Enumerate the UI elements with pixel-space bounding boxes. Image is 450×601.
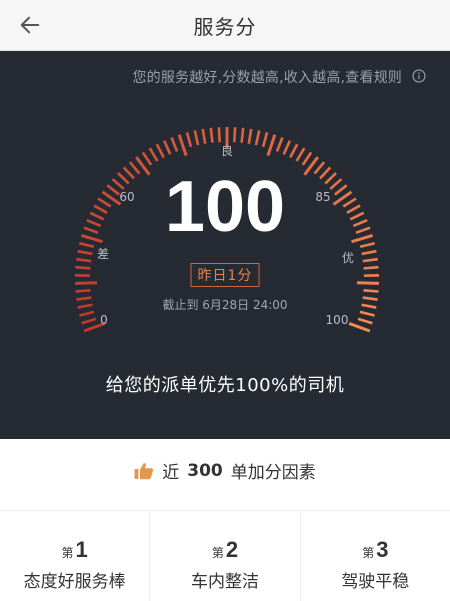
gauge-tick bbox=[177, 134, 188, 157]
factor-item-2[interactable]: 第2 车内整洁 bbox=[149, 511, 299, 601]
gauge-tick bbox=[247, 128, 253, 144]
factor-item-1[interactable]: 第1 态度好服务棒 bbox=[0, 511, 149, 601]
top-nav-bar: 服务分 bbox=[0, 0, 450, 51]
yesterday-delta-badge: 昨日1分 bbox=[190, 263, 260, 287]
gauge-tick bbox=[75, 281, 98, 285]
thumbs-up-icon bbox=[134, 462, 154, 479]
gauge-tick bbox=[295, 147, 306, 162]
gauge-tick bbox=[155, 143, 165, 159]
gauge-label-excellent: 优 bbox=[342, 251, 354, 265]
factor-rank: 第3 bbox=[362, 537, 388, 563]
gauge-tick bbox=[266, 134, 277, 157]
factor-name: 驾驶平稳 bbox=[341, 572, 410, 592]
gauge-tick bbox=[201, 128, 207, 144]
gauge-tick bbox=[141, 151, 153, 166]
gauge-tick bbox=[170, 136, 179, 152]
gauge-tick bbox=[362, 257, 378, 263]
gauge-tick bbox=[289, 143, 299, 159]
gauge-tick bbox=[348, 322, 371, 333]
gauge-tick bbox=[240, 127, 245, 143]
gauge-tick bbox=[162, 140, 172, 155]
rank-number: 1 bbox=[75, 537, 88, 562]
gauge-tick bbox=[363, 288, 379, 293]
gauge-tick bbox=[357, 317, 373, 325]
dispatch-priority-text: 给您的派单优先100%的司机 bbox=[105, 375, 345, 396]
rank-prefix: 第 bbox=[362, 546, 375, 560]
gauge-label-poor: 差 bbox=[97, 247, 109, 261]
gauge-tick bbox=[301, 151, 313, 166]
gauge-tick bbox=[78, 241, 95, 249]
factors-title-prefix: 近 bbox=[162, 463, 180, 483]
gauge-tick bbox=[361, 249, 377, 256]
gauge-tick bbox=[217, 127, 221, 143]
deadline-text: 截止到 6月28日 24:00 bbox=[162, 298, 288, 312]
gauge-tick bbox=[76, 257, 92, 263]
gauge-label-max: 100 bbox=[326, 313, 349, 327]
gauge-tick bbox=[75, 265, 91, 270]
rank-number: 2 bbox=[225, 537, 239, 562]
score-panel: 您的服务越好,分数越高,收入越高,查看规则 0 差 60 良 85 优 100 … bbox=[0, 51, 450, 439]
rank-number: 3 bbox=[376, 537, 389, 562]
factors-title-suffix: 单加分因素 bbox=[230, 463, 316, 483]
gauge-tick bbox=[209, 127, 214, 143]
gauge-tick bbox=[275, 136, 284, 152]
factors-title-count: 300 bbox=[187, 460, 223, 481]
gauge-tick bbox=[254, 130, 261, 146]
rank-prefix: 第 bbox=[61, 546, 74, 560]
gauge-tick bbox=[75, 288, 91, 293]
gauge-tick bbox=[282, 140, 292, 155]
gauge-tick bbox=[261, 132, 269, 148]
factors-list: 第1 态度好服务棒 第2 车内整洁 第3 驾驶平稳 bbox=[0, 511, 450, 601]
gauge-tick bbox=[233, 127, 237, 143]
gauge-tick bbox=[77, 249, 93, 256]
factor-name: 态度好服务棒 bbox=[23, 572, 126, 592]
gauge-label-min: 0 bbox=[100, 313, 108, 327]
gauge-tick bbox=[193, 130, 200, 146]
score-value: 100 bbox=[164, 167, 286, 247]
factor-rank: 第2 bbox=[212, 537, 238, 563]
page-title: 服务分 bbox=[193, 14, 257, 39]
factors-title: 近 300 单加分因素 bbox=[0, 458, 450, 483]
back-button[interactable] bbox=[12, 7, 48, 43]
gauge-tick bbox=[148, 147, 159, 162]
gauge-tick bbox=[81, 317, 97, 325]
factor-item-3[interactable]: 第3 驾驶平稳 bbox=[299, 511, 450, 601]
gauge-tick bbox=[363, 265, 379, 270]
gauge-tick bbox=[185, 132, 193, 148]
factor-rank: 第1 bbox=[62, 537, 88, 563]
gauge-tick bbox=[356, 281, 379, 285]
gauge-tick bbox=[359, 241, 376, 249]
gauge-label-good: 良 bbox=[221, 143, 233, 158]
arrow-left-icon bbox=[20, 16, 40, 34]
factor-name: 车内整洁 bbox=[190, 572, 259, 592]
rank-prefix: 第 bbox=[211, 546, 224, 560]
